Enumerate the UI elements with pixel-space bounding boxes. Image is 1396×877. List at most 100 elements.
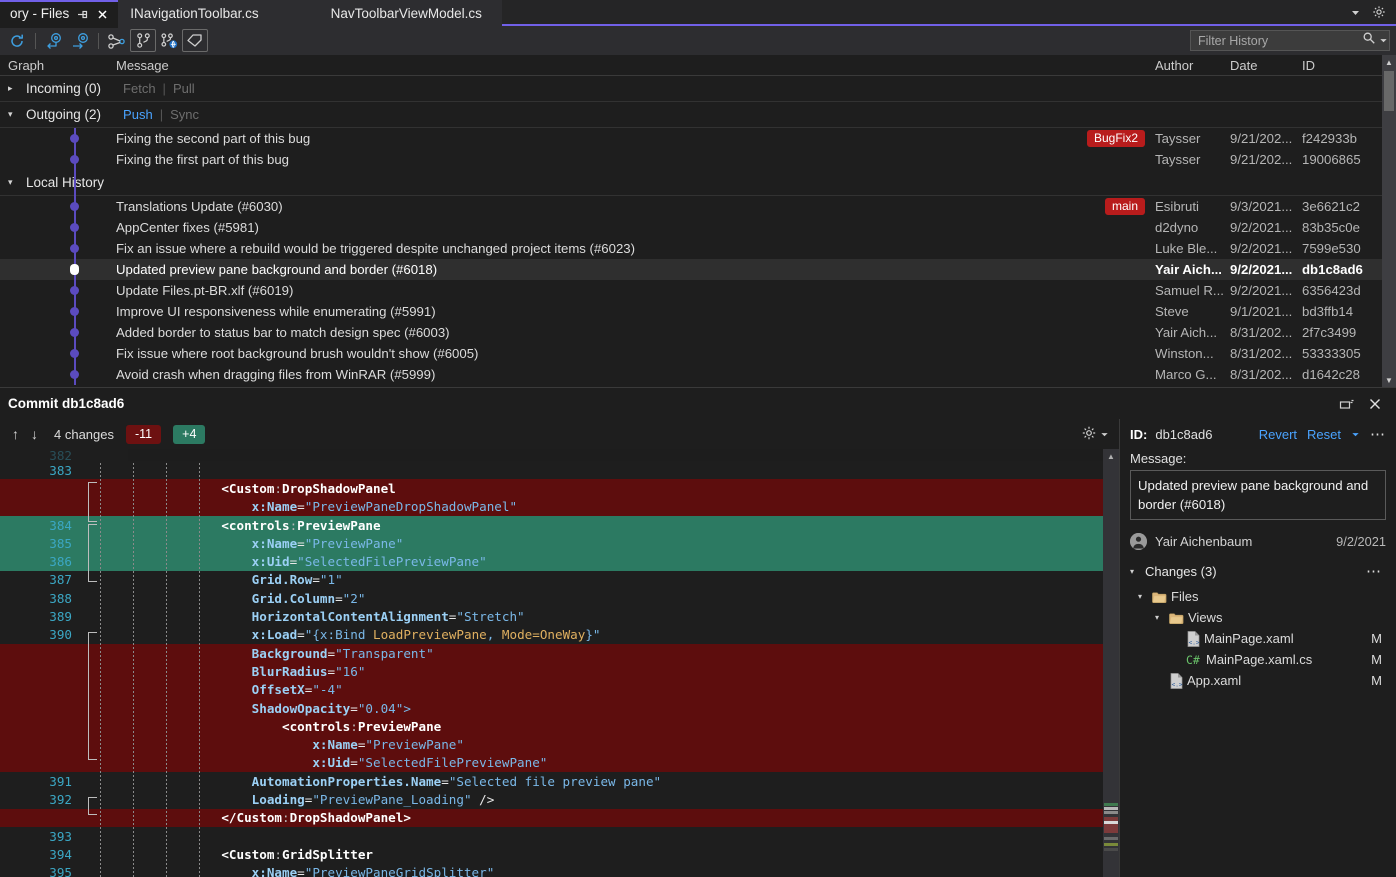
diff-line[interactable]: 383 bbox=[0, 461, 1119, 479]
chevron-down-icon[interactable] bbox=[1379, 32, 1388, 50]
diff-line[interactable]: BlurRadius="16" bbox=[0, 662, 1119, 680]
commit-row[interactable]: Fix an issue where a rebuild would be tr… bbox=[0, 238, 1396, 259]
filter-history-input[interactable] bbox=[1198, 34, 1359, 48]
tree-file-node[interactable]: <.>App.xamlM bbox=[1130, 670, 1386, 691]
show-branches-icon[interactable] bbox=[130, 29, 156, 52]
ellipsis-icon[interactable]: ⋯ bbox=[1370, 430, 1386, 440]
diff-line[interactable]: 385 x:Name="PreviewPane" bbox=[0, 534, 1119, 552]
commit-row[interactable]: Added border to status bar to match desi… bbox=[0, 322, 1396, 343]
gear-icon[interactable] bbox=[1081, 425, 1097, 444]
branch-graph-icon[interactable] bbox=[104, 29, 130, 52]
branch-tag-badge[interactable]: main bbox=[1105, 198, 1145, 215]
diff-scrollbar[interactable]: ▲ bbox=[1103, 449, 1119, 877]
column-header-message[interactable]: Message bbox=[112, 58, 1063, 73]
ellipsis-icon[interactable]: ⋯ bbox=[1366, 567, 1386, 577]
fetch-incoming-icon[interactable] bbox=[41, 29, 67, 52]
chevron-down-icon[interactable] bbox=[1344, 0, 1366, 24]
commit-row[interactable]: Fix issue where root background brush wo… bbox=[0, 343, 1396, 364]
diff-line[interactable]: 387 Grid.Row="1" bbox=[0, 571, 1119, 589]
arrow-down-icon[interactable]: ↓ bbox=[31, 426, 38, 442]
commit-row[interactable]: Fixing the first part of this bugTaysser… bbox=[0, 149, 1396, 170]
group-header-outgoing[interactable]: ▾ Outgoing (2) Push | Sync bbox=[0, 102, 1396, 128]
commit-message-box[interactable]: Updated preview pane background and bord… bbox=[1130, 470, 1386, 520]
scroll-up-icon[interactable]: ▲ bbox=[1382, 55, 1396, 69]
refresh-icon[interactable] bbox=[4, 29, 30, 52]
tree-folder-node[interactable]: ▾Files bbox=[1130, 586, 1386, 607]
scroll-down-icon[interactable]: ▼ bbox=[1382, 373, 1396, 387]
close-icon[interactable] bbox=[96, 8, 109, 21]
scroll-up-icon[interactable]: ▲ bbox=[1103, 449, 1119, 463]
diff-line[interactable]: </Custom:DropShadowPanel> bbox=[0, 809, 1119, 827]
filter-history-box[interactable] bbox=[1190, 30, 1390, 51]
tree-folder-node[interactable]: ▾Views bbox=[1130, 607, 1386, 628]
pull-link[interactable]: Pull bbox=[173, 81, 195, 96]
diff-code-area[interactable]: 382383 <Custom:DropShadowPanel x:Name="P… bbox=[0, 449, 1119, 877]
pin-icon[interactable] bbox=[76, 8, 89, 21]
branch-tag-badge[interactable]: BugFix2 bbox=[1087, 130, 1145, 147]
diff-line[interactable]: 386 x:Uid="SelectedFilePreviewPane" bbox=[0, 552, 1119, 570]
column-header-id[interactable]: ID bbox=[1302, 58, 1380, 73]
commit-row[interactable]: Updated preview pane background and bord… bbox=[0, 259, 1396, 280]
chevron-down-icon[interactable]: ▾ bbox=[1138, 592, 1147, 601]
chevron-down-icon[interactable]: ▾ bbox=[1155, 613, 1164, 622]
diff-line[interactable]: Background="Transparent" bbox=[0, 644, 1119, 662]
column-header-author[interactable]: Author bbox=[1155, 58, 1230, 73]
diff-line[interactable]: 382 bbox=[0, 449, 1119, 461]
chevron-down-icon[interactable]: ▾ bbox=[8, 110, 18, 119]
commit-row[interactable]: Avoid crash when dragging files from Win… bbox=[0, 364, 1396, 385]
commit-row[interactable]: Improve UI responsiveness while enumerat… bbox=[0, 301, 1396, 322]
scrollbar-thumb[interactable] bbox=[1384, 71, 1394, 111]
column-header-graph[interactable]: Graph bbox=[0, 58, 112, 73]
reset-button[interactable]: Reset bbox=[1307, 427, 1341, 442]
diff-line[interactable]: OffsetX="-4" bbox=[0, 681, 1119, 699]
diff-line[interactable]: ShadowOpacity="0.04"> bbox=[0, 699, 1119, 717]
close-icon[interactable] bbox=[1366, 395, 1384, 413]
commit-row[interactable]: Fixing the second part of this bugBugFix… bbox=[0, 128, 1396, 149]
diff-line[interactable]: x:Name="PreviewPane" bbox=[0, 735, 1119, 753]
chevron-down-icon[interactable] bbox=[1100, 427, 1109, 442]
fetch-link[interactable]: Fetch bbox=[123, 81, 156, 96]
restore-window-icon[interactable] bbox=[1338, 395, 1356, 413]
diff-line[interactable]: 388 Grid.Column="2" bbox=[0, 589, 1119, 607]
folder-icon bbox=[1152, 591, 1166, 603]
diff-line[interactable]: <controls:PreviewPane bbox=[0, 717, 1119, 735]
group-header-incoming[interactable]: ▸ Incoming (0) Fetch | Pull bbox=[0, 76, 1396, 102]
tree-file-node[interactable]: <.>MainPage.xamlM bbox=[1130, 628, 1386, 649]
commit-row[interactable]: AppCenter fixes (#5981)d2dyno9/2/2021...… bbox=[0, 217, 1396, 238]
chevron-down-icon[interactable]: ▾ bbox=[1130, 567, 1139, 576]
chevron-down-icon[interactable]: ▾ bbox=[8, 178, 18, 187]
tree-file-node[interactable]: C#MainPage.xaml.csM bbox=[1130, 649, 1386, 670]
search-icon[interactable] bbox=[1362, 31, 1376, 50]
diff-line[interactable]: 391 AutomationProperties.Name="Selected … bbox=[0, 772, 1119, 790]
push-link[interactable]: Push bbox=[123, 107, 153, 122]
history-scrollbar[interactable]: ▲ ▼ bbox=[1382, 55, 1396, 387]
tab-inavigationtoolbar-cs[interactable]: INavigationToolbar.cs bbox=[118, 0, 318, 26]
tab-navtoolbarviewmodel-cs[interactable]: NavToolbarViewModel.cs bbox=[319, 0, 502, 26]
diff-line[interactable]: 390 x:Load="{x:Bind LoadPreviewPane, Mod… bbox=[0, 626, 1119, 644]
group-header-local-history[interactable]: ▾ Local History bbox=[0, 170, 1396, 196]
diff-line[interactable]: x:Uid="SelectedFilePreviewPane" bbox=[0, 754, 1119, 772]
diff-line[interactable]: 392 Loading="PreviewPane_Loading" /> bbox=[0, 790, 1119, 808]
sync-link[interactable]: Sync bbox=[170, 107, 199, 122]
commit-row[interactable]: Update Files.pt-BR.xlf (#6019)Samuel R..… bbox=[0, 280, 1396, 301]
diff-minimap[interactable] bbox=[1104, 801, 1118, 855]
diff-line[interactable]: 389 HorizontalContentAlignment="Stretch" bbox=[0, 607, 1119, 625]
diff-line[interactable]: 393 bbox=[0, 827, 1119, 845]
gear-icon[interactable] bbox=[1368, 0, 1390, 24]
tab-git-history-files[interactable]: ory - Files bbox=[0, 0, 118, 26]
show-remote-branches-icon[interactable] bbox=[156, 29, 182, 52]
push-outgoing-icon[interactable] bbox=[67, 29, 93, 52]
diff-line[interactable]: <Custom:DropShadowPanel bbox=[0, 479, 1119, 497]
diff-line[interactable]: 395 x:Name="PreviewPaneGridSplitter" bbox=[0, 864, 1119, 877]
changes-section-header[interactable]: ▾ Changes (3) ⋯ bbox=[1130, 564, 1386, 579]
show-tags-icon[interactable] bbox=[182, 29, 208, 52]
diff-line[interactable]: 394 <Custom:GridSplitter bbox=[0, 845, 1119, 863]
column-header-date[interactable]: Date bbox=[1230, 58, 1302, 73]
diff-line[interactable]: x:Name="PreviewPaneDropShadowPanel" bbox=[0, 498, 1119, 516]
diff-line[interactable]: 384 <controls:PreviewPane bbox=[0, 516, 1119, 534]
commit-row[interactable]: Translations Update (#6030)mainEsibruti9… bbox=[0, 196, 1396, 217]
chevron-down-icon[interactable] bbox=[1351, 427, 1360, 442]
chevron-right-icon[interactable]: ▸ bbox=[8, 84, 18, 93]
arrow-up-icon[interactable]: ↑ bbox=[12, 426, 19, 442]
revert-button[interactable]: Revert bbox=[1259, 427, 1297, 442]
